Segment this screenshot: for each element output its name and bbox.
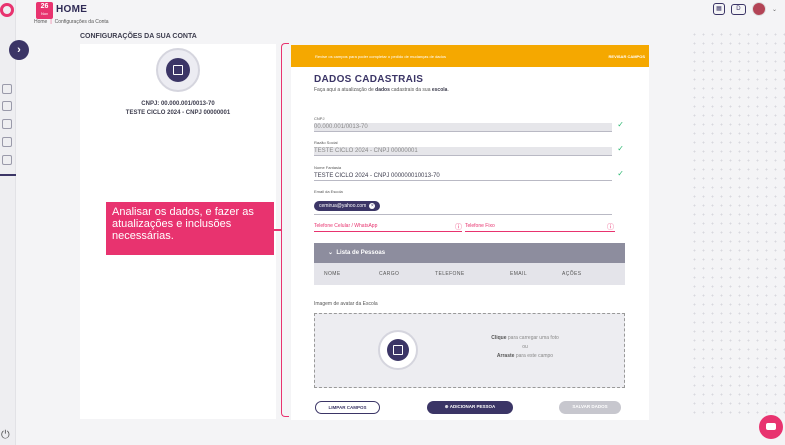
power-icon[interactable]: ⏻: [1, 429, 10, 442]
nome-fantasia-input[interactable]: TESTE CICLO 2024 - CNPJ 000000010013-70: [314, 172, 612, 181]
add-user-icon: ⊕: [444, 404, 449, 409]
account-section-title: CONFIGURAÇÕES DA SUA CONTA: [80, 33, 197, 40]
razao-social-label: Razão Social: [314, 140, 338, 145]
email-chip[interactable]: cemirua@yahoo.com ×: [314, 201, 381, 211]
razao-social-input: TESTE CICLO 2024 - CNPJ 00000001: [314, 147, 612, 156]
report-icon[interactable]: [2, 155, 12, 165]
form-title: DADOS CADASTRAIS: [314, 74, 424, 85]
check-icon: ✓: [617, 169, 624, 178]
add-person-button[interactable]: ⊕ ADICIONAR PESSOA: [427, 401, 513, 414]
profile-icon[interactable]: [2, 84, 12, 94]
save-data-button[interactable]: SALVAR DADOS: [559, 401, 621, 414]
email-field: Email da Escola cemirua@yahoo.com ×: [314, 189, 612, 215]
avatar-preview: [378, 330, 418, 370]
chevron-down-icon: ⌄: [328, 250, 334, 256]
close-icon[interactable]: ×: [369, 203, 376, 209]
active-marker: [0, 174, 16, 176]
celular-input[interactable]: Telefone Celular / WhatsApp: [314, 223, 462, 232]
column-telefone: TELEFONE: [435, 271, 465, 277]
avatar-upload-label: Imagem de avatar da Escola: [314, 301, 378, 307]
people-list-header[interactable]: ⌄ Lista de Pessoas: [314, 243, 625, 263]
scan-icon[interactable]: [2, 119, 12, 129]
email-input[interactable]: cemirua@yahoo.com ×: [314, 194, 612, 215]
check-icon: ✓: [617, 144, 624, 153]
telefone-fixo-input[interactable]: Telefone Fixo: [465, 223, 615, 232]
annotation-callout: Analisar os dados, e fazer as atualizaçõ…: [106, 202, 274, 255]
email-chip-text: cemirua@yahoo.com: [319, 203, 367, 209]
review-fields-button[interactable]: REVISAR CAMPOS: [609, 54, 645, 59]
date-day: 26: [40, 3, 49, 10]
document-icon[interactable]: [2, 137, 12, 147]
registration-form: Revise os campos para poder completar o …: [291, 45, 649, 420]
check-icon: ✓: [617, 120, 624, 129]
column-email: EMAIL: [510, 271, 528, 277]
users-icon[interactable]: [2, 101, 12, 111]
avatar-dropzone[interactable]: Clique para carregar uma foto ou Arraste…: [314, 313, 625, 388]
app-logo[interactable]: [0, 3, 14, 17]
annotation-bracket: [274, 43, 289, 417]
clear-fields-button[interactable]: LIMPAR CAMPOS: [315, 401, 380, 414]
dropzone-text: Clique para carregar uma foto ou Arraste…: [491, 335, 559, 359]
image-icon: [166, 58, 190, 82]
people-list-columns: NOME CARGO TELEFONE EMAIL AÇÕES: [314, 263, 625, 285]
cnpj-field: CNPJ 00.000.001/0013-70 ✓: [314, 116, 624, 132]
image-icon: [387, 339, 409, 361]
calculator-icon[interactable]: ▦: [712, 3, 725, 15]
alert-icon: ⓘ: [455, 224, 462, 231]
cnpj-label: CNPJ: [314, 116, 325, 121]
breadcrumb: Home | Configurações da Conta: [34, 19, 109, 25]
expand-sidebar-button[interactable]: ›: [9, 40, 29, 60]
people-list-title: Lista de Pessoas: [336, 250, 386, 256]
column-acoes: AÇÕES: [562, 271, 582, 277]
nome-fantasia-field: Nome Fantasia TESTE CICLO 2024 - CNPJ 00…: [314, 165, 624, 181]
review-banner: Revise os campos para poder completar o …: [291, 45, 649, 67]
school-avatar: [156, 48, 200, 92]
cnpj-input: 00.000.001/0013-70: [314, 123, 612, 132]
date-month: Nov: [40, 11, 49, 16]
column-cargo: CARGO: [379, 271, 400, 277]
nome-fantasia-label: Nome Fantasia: [314, 165, 342, 170]
left-rail: ⏻: [0, 0, 16, 445]
account-name: TESTE CICLO 2024 - CNPJ 00000001: [125, 110, 231, 116]
column-nome: NOME: [324, 271, 341, 277]
people-list: ⌄ Lista de Pessoas NOME CARGO TELEFONE E…: [314, 243, 625, 285]
header-actions: ▦ D ⌄: [712, 2, 777, 16]
chat-icon[interactable]: [759, 415, 783, 439]
breadcrumb-current: Configurações da Conta: [54, 19, 109, 25]
account-info: CNPJ: 00.000.001/0013-70 TESTE CICLO 202…: [80, 100, 276, 118]
page-title: HOME: [56, 4, 88, 15]
razao-social-field: Razão Social TESTE CICLO 2024 - CNPJ 000…: [314, 140, 624, 156]
date-badge: 26 Nov: [36, 2, 53, 19]
chevron-down-icon[interactable]: ⌄: [772, 6, 777, 13]
user-avatar[interactable]: [751, 2, 766, 16]
d-toggle-button[interactable]: D: [730, 3, 746, 15]
form-subtitle: Faça aqui a atualização de dados cadastr…: [314, 87, 449, 93]
alert-icon: ⓘ: [607, 224, 614, 231]
breadcrumb-home[interactable]: Home: [34, 19, 47, 25]
banner-message: Revise os campos para poder completar o …: [315, 54, 446, 59]
dot-grid-decoration: [690, 30, 785, 420]
account-cnpj: CNPJ: 00.000.001/0013-70: [141, 101, 215, 107]
